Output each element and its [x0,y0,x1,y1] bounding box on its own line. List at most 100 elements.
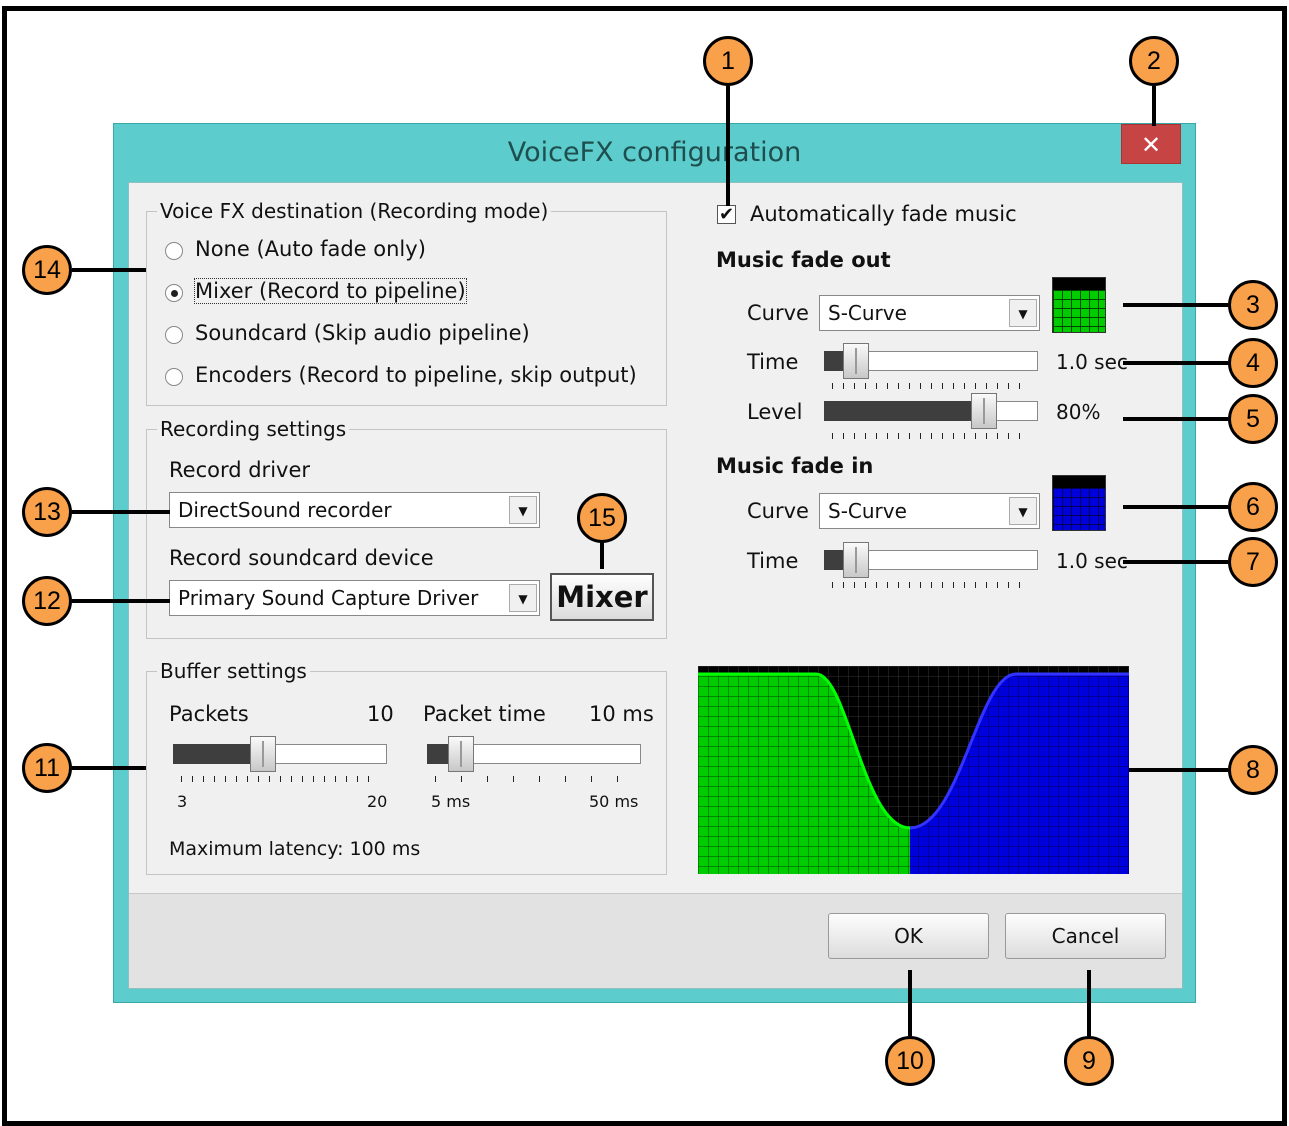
callout-14: 14 [22,245,72,295]
radio-none[interactable] [165,242,183,260]
fade-curve-svg [698,666,1129,874]
auto-fade-checkbox[interactable]: ✔ [717,205,736,224]
radio-encoders[interactable] [165,368,183,386]
radio-none-label: None (Auto fade only) [195,237,426,261]
callout-7: 7 [1228,537,1278,587]
packets-slider[interactable] [173,736,387,786]
callout-5: 5 [1228,394,1278,444]
music-fade-out-header: Music fade out [716,248,891,272]
fade-in-time-slider[interactable] [824,542,1038,592]
record-driver-label: Record driver [169,458,311,482]
recording-group-label: Recording settings [157,417,350,441]
record-driver-value: DirectSound recorder [178,498,392,522]
callout-12-line [72,599,170,603]
record-device-label: Record soundcard device [169,546,434,570]
packets-value: 10 [367,702,394,726]
radio-mixer[interactable] [165,284,183,302]
callout-10: 10 [885,1036,935,1086]
chevron-down-icon[interactable]: ▼ [1009,299,1037,327]
packets-slider-thumb[interactable] [250,736,276,772]
callout-12: 12 [22,576,72,626]
callout-10-line [908,970,912,1036]
packet-time-label: Packet time [423,702,546,726]
fade-out-curve-label: Curve [747,301,809,325]
fade-out-level-value: 80% [1056,400,1101,424]
callout-5-line [1123,417,1228,421]
close-button[interactable]: ✕ [1121,124,1181,164]
chevron-down-icon[interactable]: ▼ [509,496,537,524]
callout-3: 3 [1228,280,1278,330]
callout-2: 2 [1129,36,1179,86]
music-fade-in-header: Music fade in [716,454,874,478]
callout-8: 8 [1228,745,1278,795]
fade-out-time-value: 1.0 sec [1056,350,1128,374]
fade-curve-preview [698,666,1129,874]
packets-label: Packets [169,702,249,726]
callout-1: 1 [703,36,753,86]
fade-out-level-fill [824,401,984,421]
callout-11: 11 [22,743,72,793]
packets-max: 20 [367,792,388,811]
max-latency-text: Maximum latency: 100 ms [169,838,421,860]
fade-out-level-thumb[interactable] [971,393,997,429]
fade-out-level-slider[interactable] [824,393,1038,443]
fade-out-time-ticks [832,383,1030,389]
callout-9: 9 [1064,1036,1114,1086]
window-title: VoiceFX configuration [507,137,802,168]
cancel-button[interactable]: Cancel [1005,913,1166,959]
callout-7-line [1123,560,1228,564]
callout-15: 15 [577,493,627,543]
record-device-value: Primary Sound Capture Driver [178,586,479,610]
callout-4-line [1123,361,1228,365]
callout-6-line [1123,505,1228,509]
auto-fade-label: Automatically fade music [750,202,1017,226]
fade-out-time-label: Time [747,350,799,374]
callout-11-line [72,766,146,770]
packets-min: 3 [177,792,188,811]
fade-out-swatch-grid [1053,290,1105,332]
packets-ticks [181,776,379,782]
radio-soundcard[interactable] [165,326,183,344]
fade-in-time-thumb[interactable] [843,542,869,578]
callout-2-line [1152,86,1156,126]
fade-in-curve-value: S-Curve [828,499,907,523]
fade-in-time-label: Time [747,549,799,573]
packet-time-value: 10 ms [589,702,654,726]
callout-1-line [726,86,730,206]
callout-13-line [72,510,170,514]
mixer-button[interactable]: Mixer [550,573,654,621]
fade-in-swatch-grid [1053,488,1105,530]
ok-button[interactable]: OK [828,913,989,959]
fade-in-time-value: 1.0 sec [1056,549,1128,573]
record-driver-dropdown[interactable]: DirectSound recorder ▼ [169,492,540,528]
packet-time-slider-thumb[interactable] [448,736,474,772]
buffer-group-label: Buffer settings [157,659,310,683]
fade-out-curve-dropdown[interactable]: S-Curve ▼ [819,295,1040,331]
packet-time-slider[interactable] [427,736,641,786]
fade-out-level-label: Level [747,400,803,424]
fade-out-time-thumb[interactable] [843,343,869,379]
destination-group-label: Voice FX destination (Recording mode) [157,199,552,223]
callout-8-line [1129,768,1228,772]
fade-in-curve-label: Curve [747,499,809,523]
record-device-dropdown[interactable]: Primary Sound Capture Driver ▼ [169,580,540,616]
fade-out-color-swatch[interactable] [1052,277,1106,333]
fade-out-curve-value: S-Curve [828,301,907,325]
callout-4: 4 [1228,338,1278,388]
fade-in-color-swatch[interactable] [1052,475,1106,531]
callout-3-line [1123,303,1228,307]
dialog-footer: OK Cancel [129,893,1182,988]
fade-in-curve-dropdown[interactable]: S-Curve ▼ [819,493,1040,529]
destination-group: Voice FX destination (Recording mode) No… [146,199,667,406]
buffer-group: Buffer settings Packets 10 3 20 Packet t… [146,659,667,875]
chevron-down-icon[interactable]: ▼ [509,584,537,612]
radio-mixer-label: Mixer (Record to pipeline) [194,278,467,304]
radio-encoders-label: Encoders (Record to pipeline, skip outpu… [195,363,637,387]
packet-time-min: 5 ms [431,792,471,811]
fade-out-time-slider[interactable] [824,343,1038,393]
chevron-down-icon[interactable]: ▼ [1009,497,1037,525]
callout-9-line [1087,970,1091,1036]
packet-time-max: 50 ms [589,792,639,811]
fade-out-level-ticks [832,433,1030,439]
fade-in-time-ticks [832,582,1030,588]
